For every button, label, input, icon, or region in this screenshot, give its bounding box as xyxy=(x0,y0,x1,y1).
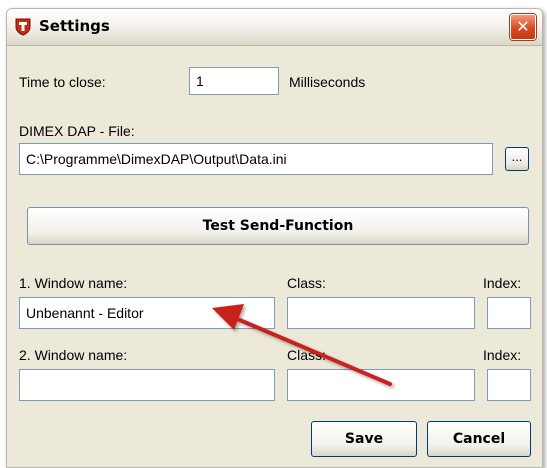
window1-name-input[interactable]: Unbenannt - Editor xyxy=(19,297,275,329)
settings-dialog: Settings ✕ Time to close: 1 Milliseconds… xyxy=(6,8,543,468)
cancel-button[interactable]: Cancel xyxy=(427,421,531,457)
window2-name-input[interactable] xyxy=(19,369,275,401)
app-shield-icon xyxy=(15,18,31,36)
window1-index-label: Index: xyxy=(483,275,522,291)
title-bar[interactable]: Settings ✕ xyxy=(7,9,542,46)
test-send-function-button[interactable]: Test Send-Function xyxy=(27,207,529,245)
window1-class-label: Class: xyxy=(287,275,326,291)
window-title: Settings xyxy=(39,17,110,35)
window1-name-label: 1. Window name: xyxy=(19,275,128,291)
time-to-close-input[interactable]: 1 xyxy=(189,67,279,95)
window2-name-label: 2. Window name: xyxy=(19,347,128,363)
milliseconds-unit-label: Milliseconds xyxy=(289,74,366,90)
dimex-file-label: DIMEX DAP - File: xyxy=(19,123,135,139)
dimex-file-path-input[interactable]: C:\Programme\DimexDAP\Output\Data.ini xyxy=(19,143,493,175)
save-button[interactable]: Save xyxy=(311,421,417,457)
close-icon: ✕ xyxy=(516,17,530,36)
window2-class-input[interactable] xyxy=(287,369,475,401)
browse-file-button[interactable]: ... xyxy=(505,147,529,171)
window2-class-label: Class: xyxy=(287,347,326,363)
close-button[interactable]: ✕ xyxy=(510,14,536,40)
window2-index-input[interactable] xyxy=(487,369,531,401)
window1-index-input[interactable] xyxy=(487,297,531,329)
window1-class-input[interactable] xyxy=(287,297,475,329)
time-to-close-label: Time to close: xyxy=(19,74,106,90)
window2-index-label: Index: xyxy=(483,347,522,363)
